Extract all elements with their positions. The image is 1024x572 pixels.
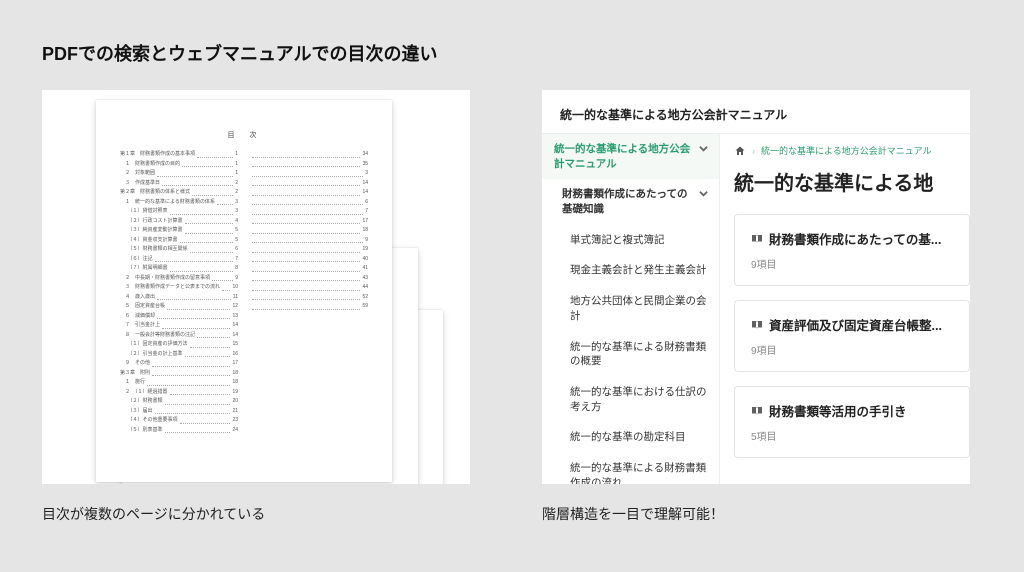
toc-row: （５）財務書類の相互関係6 [120, 245, 238, 255]
sidebar-item[interactable]: 統一的な基準による財務書類作成の流れ [542, 453, 719, 484]
toc-row: 14 [250, 179, 368, 189]
toc-row: 34 [250, 150, 368, 160]
card-meta: 9項目 [751, 256, 953, 271]
web-manual-panel: 統一的な基準による地方公会計マニュアル 統一的な基準による地方公会計マニュアル … [542, 90, 970, 524]
toc-row: （１）貸借対照表3 [120, 207, 238, 217]
toc-row: １ 統一的な基準による財務書類の体系3 [120, 198, 238, 208]
web-manual-frame: 統一的な基準による地方公会計マニュアル 統一的な基準による地方公会計マニュアル … [542, 90, 970, 484]
toc-heading: 目 次 [120, 130, 368, 140]
toc-row: ６ 減価償却13 [120, 312, 238, 322]
toc-row: （１）固定資産の評価方法15 [120, 340, 238, 350]
toc-row: ２ 対象範囲1 [120, 169, 238, 179]
sidebar-item[interactable]: 統一的な基準による財務書類の概要 [542, 332, 719, 377]
toc-row: （５）別表基準24 [120, 426, 238, 436]
toc-row: （２）引当金の計上基準16 [120, 350, 238, 360]
toc-row: 14 [250, 188, 368, 198]
toc-row: 35 [250, 160, 368, 170]
breadcrumb-separator: › [752, 146, 755, 156]
sidebar-item[interactable]: 現金主義会計と発生主義会計 [542, 255, 719, 286]
toc-column-right: 343531414671718919404143445259 [250, 150, 368, 435]
main-content: › 統一的な基準による地方公会計マニュアル 統一的な基準による地 財務書類作成に… [720, 134, 970, 484]
toc-row: 41 [250, 264, 368, 274]
toc-row: ３ 財務書類作成データと公表までの流れ10 [120, 283, 238, 293]
toc-row: （２）行政コスト計算書4 [120, 217, 238, 227]
pdf-stack-frame: 目 次 第１章 財務書類作成の基本事項1 １ 財務書類作成の目的1 ２ 対象範囲… [42, 90, 470, 484]
card-title: 財務書類作成にあたっての基... [751, 229, 953, 248]
sidebar-section-item[interactable]: 財務書類作成にあたっての基礎知識 [542, 179, 719, 224]
toc-row: （６）注記7 [120, 255, 238, 265]
sidebar-section-label: 財務書類作成にあたっての基礎知識 [562, 187, 693, 216]
book-icon [751, 320, 763, 330]
toc-row: 6 [250, 198, 368, 208]
toc-row: 19 [250, 245, 368, 255]
content-card[interactable]: 財務書類作成にあたっての基... 9項目 [734, 214, 970, 286]
breadcrumb-current[interactable]: 統一的な基準による地方公会計マニュアル [761, 144, 931, 157]
content-card[interactable]: 資産評価及び固定資産台帳整... 9項目 [734, 300, 970, 372]
toc-row: 17 [250, 217, 368, 227]
breadcrumb: › 統一的な基準による地方公会計マニュアル [734, 144, 970, 157]
pdf-panel: 目 次 第１章 財務書類作成の基本事項1 １ 財務書類作成の目的1 ２ 対象範囲… [42, 90, 470, 524]
toc-row: （４）資金収支計算書5 [120, 236, 238, 246]
book-icon [751, 234, 763, 244]
toc-row: 18 [250, 226, 368, 236]
sidebar-item[interactable]: 統一的な基準における仕訳の考え方 [542, 377, 719, 422]
toc-row: ２ 中長期・財務書類作成の留意事項9 [120, 274, 238, 284]
card-title: 資産評価及び固定資産台帳整... [751, 315, 953, 334]
sidebar-root-label: 統一的な基準による地方公会計マニュアル [554, 142, 693, 171]
toc-row: 43 [250, 274, 368, 284]
sidebar-root-item[interactable]: 統一的な基準による地方公会計マニュアル [542, 134, 719, 179]
toc-row: 9 [250, 236, 368, 246]
toc-row: 第１章 財務書類作成の基本事項1 [120, 150, 238, 160]
card-title: 財務書類等活用の手引き [751, 401, 953, 420]
toc-row: 40 [250, 255, 368, 265]
toc-row: ８ 一般会計等財務書類の注記14 [120, 331, 238, 341]
toc-row: 7 [250, 207, 368, 217]
toc-row: 44 [250, 283, 368, 293]
pdf-page-1-toc: 目 次 第１章 財務書類作成の基本事項1 １ 財務書類作成の目的1 ２ 対象範囲… [96, 100, 392, 482]
page-title: 統一的な基準による地 [734, 167, 970, 196]
site-title: 統一的な基準による地方公会計マニュアル [542, 90, 970, 133]
toc-row: ３ 作成基準日2 [120, 179, 238, 189]
toc-row: 52 [250, 293, 368, 303]
toc-row: １ 施行18 [120, 378, 238, 388]
sidebar-item[interactable]: 単式簿記と複式簿記 [542, 225, 719, 256]
toc-row: 3 [250, 169, 368, 179]
sidebar-item[interactable]: 地方公共団体と民間企業の会計 [542, 286, 719, 331]
chevron-down-icon [697, 187, 709, 199]
card-meta: 5項目 [751, 428, 953, 443]
toc-row: 第３章 附則18 [120, 369, 238, 379]
toc-row: （２）財務書類20 [120, 397, 238, 407]
pdf-caption: 目次が複数のページに分かれている [42, 504, 470, 524]
toc-column-left: 第１章 財務書類作成の基本事項1 １ 財務書類作成の目的1 ２ 対象範囲1 ３ … [120, 150, 238, 435]
toc-row: ２ （１）経過措置19 [120, 388, 238, 398]
toc-row: （７）附属明細書8 [120, 264, 238, 274]
chevron-down-icon [697, 142, 709, 154]
toc-row: ４ 歳入歳出11 [120, 293, 238, 303]
toc-row: （４）その他重要事項23 [120, 416, 238, 426]
toc-row: 第２章 財務書類の体系と様式2 [120, 188, 238, 198]
web-caption: 階層構造を一目で理解可能！ [542, 504, 970, 524]
toc-row: （３）純資産変動計算書5 [120, 226, 238, 236]
home-icon[interactable] [734, 145, 746, 157]
card-meta: 9項目 [751, 342, 953, 357]
toc-row: （３）届出21 [120, 407, 238, 417]
content-card[interactable]: 財務書類等活用の手引き 5項目 [734, 386, 970, 458]
toc-row: ５ 固定資産台帳12 [120, 302, 238, 312]
sidebar-item[interactable]: 統一的な基準の勘定科目 [542, 422, 719, 453]
page-heading: PDFでの検索とウェブマニュアルでの目次の違い [42, 40, 982, 66]
toc-row: 59 [250, 302, 368, 312]
toc-row: ７ 引当金計上14 [120, 321, 238, 331]
book-icon [751, 406, 763, 416]
sidebar: 統一的な基準による地方公会計マニュアル 財務書類作成にあたっての基礎知識 単式簿… [542, 134, 720, 484]
toc-row: １ 財務書類作成の目的1 [120, 160, 238, 170]
toc-row: ９ その他17 [120, 359, 238, 369]
panels: 目 次 第１章 財務書類作成の基本事項1 １ 財務書類作成の目的1 ２ 対象範囲… [42, 90, 982, 524]
